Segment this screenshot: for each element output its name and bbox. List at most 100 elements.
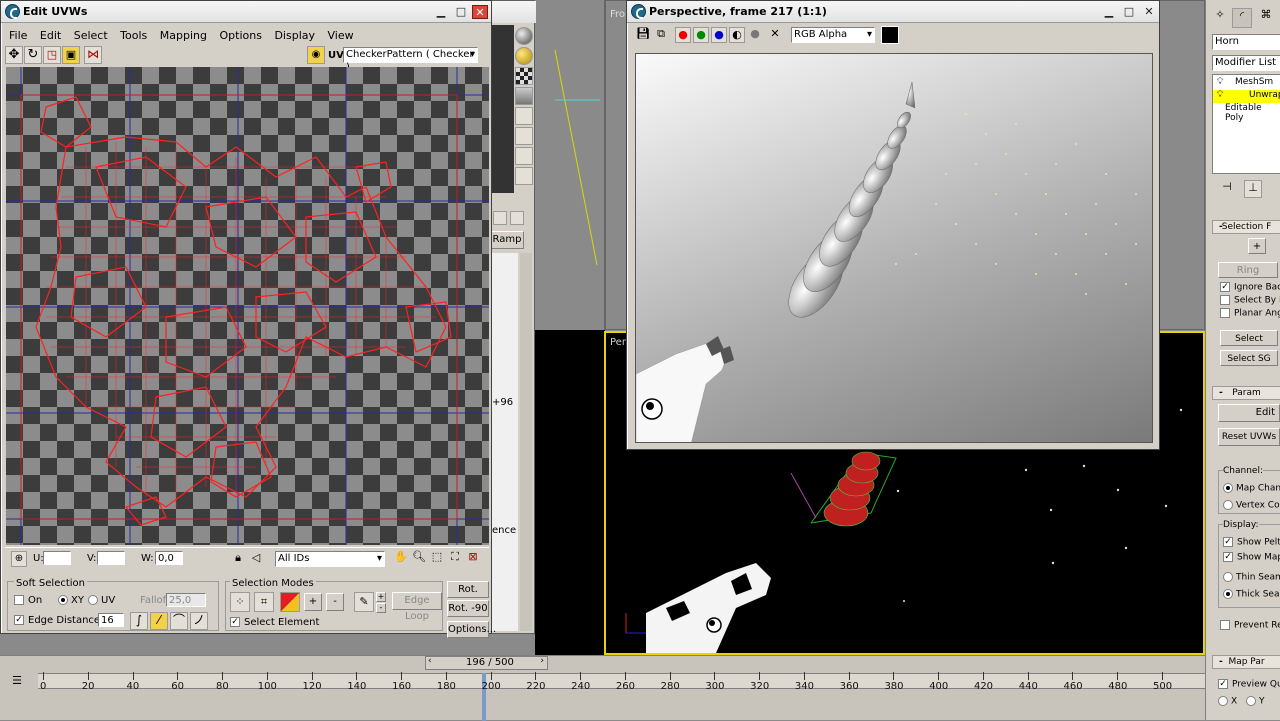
prevent-reflattening-checkbox[interactable]: Prevent Refl xyxy=(1220,620,1280,631)
w-input[interactable]: 0,0 xyxy=(155,551,183,565)
select-element-box[interactable]: ✓ xyxy=(230,617,240,627)
color-swatch[interactable] xyxy=(881,26,899,44)
menu-display[interactable]: Display xyxy=(274,29,315,42)
falloff-slow-icon[interactable]: ⌒ xyxy=(170,612,188,630)
show-pelt-checkbox[interactable]: ✓ Show Pelt S xyxy=(1223,537,1280,548)
shrink-selection-button[interactable]: - xyxy=(326,593,344,611)
mirror-icon[interactable]: ⋈ xyxy=(84,46,102,64)
show-pelt-box[interactable]: ✓ xyxy=(1223,537,1233,547)
pin-stack-icon[interactable]: ⊣ xyxy=(1218,180,1236,198)
create-tab-icon[interactable]: ✧ xyxy=(1212,8,1228,28)
lightbulb-icon[interactable]: 💡︎ xyxy=(1217,77,1223,87)
show-map-box[interactable]: ✓ xyxy=(1223,552,1233,562)
modifier-list-dropdown[interactable]: Modifier List xyxy=(1212,55,1280,71)
menu-edit[interactable]: Edit xyxy=(40,29,61,42)
v-input[interactable] xyxy=(97,551,125,565)
planar-angle-checkbox[interactable]: Planar Angl xyxy=(1220,308,1280,319)
face-mode-icon[interactable] xyxy=(280,592,300,612)
close-icon[interactable]: ✕ xyxy=(1141,5,1157,19)
falloff-fast-icon[interactable]: ノ xyxy=(190,612,208,630)
rotate-icon[interactable]: ↻ xyxy=(24,46,42,64)
modify-tab-icon[interactable]: ◜ xyxy=(1232,8,1252,28)
vertex-color-radio[interactable]: Vertex Colo xyxy=(1223,500,1280,511)
uv-toggle-label[interactable]: UV xyxy=(328,50,344,61)
select-matid-button[interactable]: Select MatID xyxy=(1220,330,1278,360)
select-by-element-box[interactable] xyxy=(1220,295,1230,305)
vertex-color-dot[interactable] xyxy=(1223,500,1233,510)
left-dark-viewport[interactable] xyxy=(535,330,605,655)
soft-on-checkbox[interactable]: On xyxy=(14,595,42,606)
map-params-rollout-header[interactable]: - Map Par xyxy=(1212,655,1280,669)
put-material-icon[interactable] xyxy=(510,211,524,225)
select-element-checkbox[interactable]: ✓ Select Element xyxy=(230,617,319,628)
time-slider[interactable]: ‹ 196 / 500 › xyxy=(425,656,548,670)
preview-quick-checkbox[interactable]: ✓ Preview Qui xyxy=(1218,679,1280,690)
freeform-icon[interactable]: ▣ xyxy=(62,46,80,64)
red-channel-icon[interactable]: ● xyxy=(675,27,691,43)
edge-mode-icon[interactable]: ⌗ xyxy=(254,592,274,612)
save-image-icon[interactable]: 💾︎ xyxy=(635,27,651,43)
ignore-backfacing-box[interactable]: ✓ xyxy=(1220,282,1230,292)
options-icon[interactable] xyxy=(515,167,533,185)
edge-distance-input[interactable]: 16 xyxy=(98,613,124,627)
paint-select-icon[interactable]: ✎ xyxy=(354,592,374,612)
edge-loop-button[interactable]: Edge Loop xyxy=(392,592,442,622)
soft-uv-radio[interactable]: UV xyxy=(88,595,115,606)
options-button[interactable]: Options... xyxy=(447,621,496,638)
move-icon[interactable]: ✥ xyxy=(5,46,23,64)
time-slider-prev-icon[interactable]: ‹ xyxy=(428,656,432,666)
close-icon[interactable]: ✕ xyxy=(472,5,488,19)
soft-uv-dot[interactable] xyxy=(88,595,98,605)
clear-icon[interactable]: ✕ xyxy=(767,27,783,43)
channel-dropdown[interactable]: RGB Alpha ▾ xyxy=(791,27,875,43)
green-channel-icon[interactable]: ● xyxy=(693,27,709,43)
selection-rollout-header[interactable]: - Selection F xyxy=(1212,220,1280,234)
render-titlebar[interactable]: Perspective, frame 217 (1:1) ▁ □ ✕ xyxy=(627,1,1159,23)
thin-seam-radio[interactable]: Thin Seam xyxy=(1223,572,1280,583)
ring-button[interactable]: Ring xyxy=(1218,262,1278,278)
reset-uvws-button[interactable]: Reset UVWs xyxy=(1218,428,1280,446)
falloff-smooth-icon[interactable]: ∫ xyxy=(130,612,148,630)
clone-window-icon[interactable]: ⧉ xyxy=(653,27,669,43)
axis-x-dot[interactable] xyxy=(1218,696,1228,706)
alpha-channel-icon[interactable]: ◐ xyxy=(729,27,745,43)
planar-angle-box[interactable] xyxy=(1220,308,1230,318)
maximize-icon[interactable]: □ xyxy=(453,5,469,19)
map-channel-radio[interactable]: Map Chann xyxy=(1223,483,1280,494)
menu-mapping[interactable]: Mapping xyxy=(160,29,207,42)
expand-selection-button[interactable]: + xyxy=(1248,238,1266,254)
ignore-backfacing-checkbox[interactable]: ✓ Ignore Back xyxy=(1220,282,1280,293)
edit-button[interactable]: Edit xyxy=(1218,404,1280,422)
blue-channel-icon[interactable]: ● xyxy=(711,27,727,43)
paint-minus-button[interactable]: - xyxy=(376,603,386,613)
trackbar-menu-icon[interactable]: ☰ xyxy=(8,674,26,692)
select-sg-button[interactable]: Select SG xyxy=(1220,350,1278,366)
axis-x-radio[interactable]: X xyxy=(1218,696,1237,707)
rot-plus-90-button[interactable]: Rot. +90 xyxy=(447,581,489,611)
show-end-result-icon[interactable]: ⊥ xyxy=(1244,180,1262,198)
map-channel-dot[interactable] xyxy=(1223,483,1233,493)
checker-bg-icon[interactable] xyxy=(515,67,533,85)
zoom-extents-icon[interactable]: ⛶ xyxy=(447,550,463,566)
menu-tools[interactable]: Tools xyxy=(120,29,147,42)
id-filter-dropdown[interactable]: All IDs ▾ xyxy=(275,551,385,567)
soft-on-box[interactable] xyxy=(14,595,24,605)
falloff-linear-icon[interactable]: ⁄ xyxy=(150,612,168,630)
thick-seam-radio[interactable]: Thick Sean xyxy=(1223,589,1280,600)
time-slider-next-icon[interactable]: › xyxy=(540,656,544,666)
zoom-region-icon[interactable]: ⬚ xyxy=(429,550,445,566)
edge-distance-box[interactable]: ✓ xyxy=(14,615,24,625)
scale-icon[interactable]: ◳ xyxy=(43,46,61,64)
pan-icon[interactable]: ✋ xyxy=(393,550,409,566)
rot-minus-90-button[interactable]: Rot. -90 xyxy=(447,600,489,617)
grow-selection-button[interactable]: + xyxy=(304,593,322,611)
uv-axis-icon[interactable]: ◉ xyxy=(307,46,325,64)
uv-tiling-icon[interactable] xyxy=(515,107,533,125)
object-name-input[interactable]: Horn xyxy=(1212,34,1280,50)
u-input[interactable] xyxy=(43,551,71,565)
box-sample-icon[interactable] xyxy=(515,87,533,105)
menu-view[interactable]: View xyxy=(328,29,354,42)
vertex-mode-icon[interactable]: ⁘ xyxy=(230,592,250,612)
stack-item-editable-poly[interactable]: Editable Poly xyxy=(1213,103,1280,123)
soft-xy-dot[interactable] xyxy=(58,595,68,605)
